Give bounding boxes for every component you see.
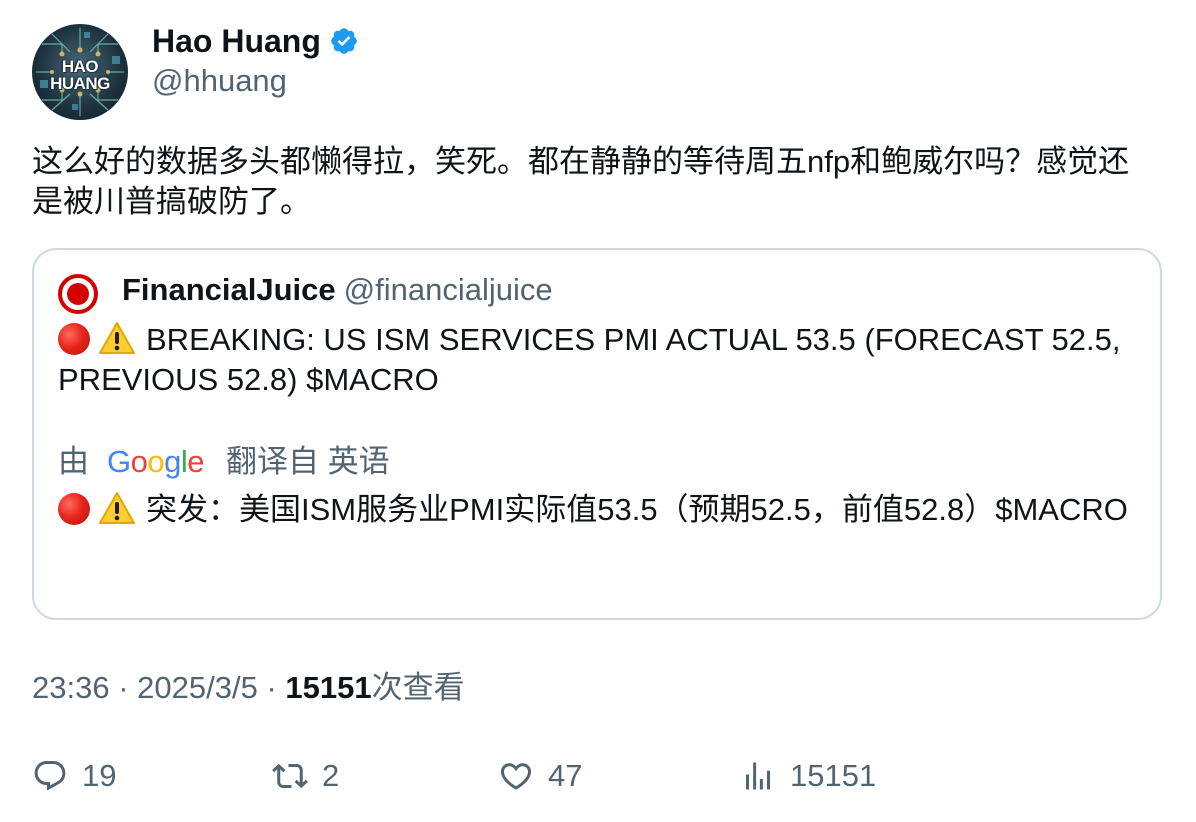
translation-attribution: 由 Google 翻译自 英语 [58, 440, 390, 484]
avatar-text-line2: HUANG [50, 74, 110, 93]
translated-text-block: 突发：美国ISM服务业PMI实际值53.5（预期52.5，前值52.8）$MAC… [58, 490, 1128, 530]
analytics-icon [746, 762, 770, 790]
tweet-time[interactable]: 23:36 [32, 670, 110, 705]
quoted-text: BREAKING: US ISM SERVICES PMI ACTUAL 53.… [58, 322, 1121, 397]
like-button[interactable]: 47 [498, 756, 582, 796]
reply-button[interactable]: 19 [32, 756, 116, 796]
translated-text: 突发：美国ISM服务业PMI实际值53.5（预期52.5，前值52.8）$MAC… [146, 492, 1128, 527]
translate-suffix: 翻译自 英语 [226, 444, 390, 479]
retweet-button[interactable]: 2 [272, 756, 339, 796]
views-count: 15151 [285, 670, 372, 705]
retweet-icon [272, 763, 308, 789]
quoted-author-name[interactable]: FinancialJuice [122, 272, 336, 307]
author-handle[interactable]: @hhuang [152, 62, 287, 100]
meta-separator: · [118, 670, 129, 705]
tweet-text: 这么好的数据多头都懒得拉，笑死。都在静静的等待周五nfp和鲍威尔吗？感觉还是被川… [32, 144, 1130, 219]
retweet-count: 2 [322, 758, 340, 793]
warning-emoji-icon [99, 492, 135, 524]
quoted-text-block: BREAKING: US ISM SERVICES PMI ACTUAL 53.… [58, 320, 1128, 400]
google-logo: Google [107, 444, 205, 479]
warning-emoji-icon [99, 322, 135, 354]
avatar-text-line1: HAO [61, 57, 99, 76]
quoted-author-handle[interactable]: @financialjuice [344, 272, 553, 307]
like-count: 47 [548, 758, 583, 793]
views-button[interactable]: 15151 [740, 756, 876, 796]
views-action-count: 15151 [790, 758, 877, 793]
author-name-row[interactable]: Hao Huang [152, 22, 359, 60]
quoted-tweet[interactable]: FinancialJuice @financialjuice BREAKING: … [32, 248, 1162, 620]
quoted-header: FinancialJuice @financialjuice [122, 270, 553, 310]
tweet: HAO HUANG Hao Huang @hhuang 这么好的数据多头都懒得拉… [0, 0, 1196, 822]
red-circle-emoji-icon [58, 493, 90, 525]
quoted-avatar-dot [67, 283, 89, 305]
author-name[interactable]: Hao Huang [152, 22, 321, 60]
quoted-avatar[interactable] [58, 274, 98, 314]
tweet-meta: 23:36 · 2025/3/5 · 15151次查看 [32, 668, 465, 708]
translate-prefix: 由 [58, 444, 89, 479]
meta-separator: · [266, 670, 277, 705]
reply-icon [34, 761, 66, 791]
avatar[interactable]: HAO HUANG [32, 24, 128, 120]
reply-count: 19 [82, 758, 117, 793]
views-label: 次查看 [371, 670, 465, 705]
verified-badge-icon[interactable] [329, 26, 359, 56]
tweet-date[interactable]: 2025/3/5 [137, 670, 258, 705]
red-circle-emoji-icon [58, 323, 90, 355]
heart-icon [500, 763, 532, 790]
